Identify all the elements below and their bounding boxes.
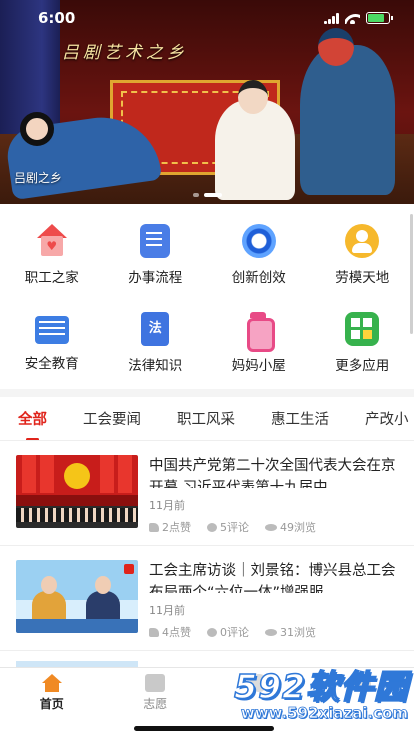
status-bar: 6:00	[0, 0, 414, 36]
eye-icon	[265, 523, 277, 531]
tab-all[interactable]: 全部	[18, 408, 47, 440]
model-worker-icon	[345, 224, 380, 258]
eye-icon	[265, 628, 277, 636]
grid-item-mothers-room[interactable]: 妈妈小屋	[207, 298, 311, 386]
news-title: 中国共产党第二十次全国代表大会在京开幕 习近平代表第十九届中...	[149, 458, 396, 488]
news-meta: 2点赞 5评论 49浏览	[149, 519, 398, 535]
grid-item-legal-knowledge[interactable]: 法 法律知识	[104, 298, 208, 386]
tab-worker-style[interactable]: 职工风采	[177, 408, 235, 429]
news-title: 工会主席访谈｜刘景铭：博兴县总工会布局两个“六位一体”增强服...	[149, 563, 396, 593]
nav-label: 志愿	[143, 697, 168, 711]
tab-benefits-life[interactable]: 惠工生活	[271, 408, 329, 429]
banner-performer-white-head	[238, 80, 268, 114]
news-thumbnail	[16, 455, 138, 528]
flag-decoration	[100, 455, 114, 493]
news-thumbnail	[16, 560, 138, 633]
interviewee-head	[41, 576, 57, 594]
nav-home[interactable]: 首页	[0, 668, 104, 736]
news-body: 中国共产党第二十次全国代表大会在京开幕 习近平代表第十九届中... 11月前 2…	[138, 455, 398, 535]
thumbs-up-icon	[149, 522, 159, 532]
grid-item-label: 妈妈小屋	[231, 358, 286, 374]
news-item[interactable]: 工会主席访谈｜刘景铭：博兴县总工会布局两个“六位一体”增强服... 11月前 4…	[0, 546, 414, 651]
nav-label: 首页	[39, 697, 64, 711]
grid-item-model-workers[interactable]: 劳模天地	[311, 210, 414, 298]
grid-item-label: 安全教育	[24, 356, 79, 372]
status-time: 6:00	[38, 9, 76, 27]
grid-item-workers-home[interactable]: 职工之家	[0, 210, 104, 298]
wifi-icon	[345, 13, 360, 24]
home-indicator[interactable]	[134, 726, 274, 731]
law-book-icon: 法	[141, 312, 170, 346]
banner-performer-white	[215, 100, 295, 200]
flag-decoration	[22, 455, 36, 493]
document-edit-icon	[140, 224, 171, 258]
studio-desk	[16, 619, 138, 633]
banner-title-art: 吕剧艺术之乡	[62, 43, 188, 63]
banner-caption: 吕剧之乡	[14, 171, 63, 185]
station-logo-icon	[124, 564, 134, 574]
news-category-tabs: 全部 工会要闻 职工风采 惠工生活 产改小	[0, 397, 414, 441]
carousel-dots	[0, 193, 414, 197]
like-count: 2点赞	[149, 519, 191, 535]
volunteer-icon	[145, 674, 166, 692]
news-list: 中国共产党第二十次全国代表大会在京开幕 习近平代表第十九届中... 11月前 2…	[0, 441, 414, 651]
profile-icon	[353, 674, 372, 692]
grid-item-label: 更多应用	[335, 358, 390, 374]
news-date: 11月前	[149, 604, 185, 617]
news-item[interactable]: 中国共产党第二十次全国代表大会在京开幕 习近平代表第十九届中... 11月前 2…	[0, 441, 414, 546]
grid-item-safety-education[interactable]: 安全教育	[0, 298, 104, 386]
like-count: 4点赞	[149, 624, 191, 640]
tab-union-news[interactable]: 工会要闻	[83, 408, 141, 429]
service-icon	[249, 674, 268, 692]
news-meta: 4点赞 0评论 31浏览	[149, 624, 398, 640]
tab-industry-reform[interactable]: 产改小	[365, 408, 409, 429]
banner-performer-armor	[300, 45, 395, 195]
battery-icon	[366, 12, 393, 24]
section-divider	[0, 389, 414, 397]
more-apps-icon	[345, 312, 380, 346]
cellular-signal-icon	[324, 12, 339, 24]
grid-item-label: 创新创效	[231, 270, 286, 286]
host-head	[95, 576, 111, 594]
grid-item-innovation[interactable]: 创新创效	[207, 210, 311, 298]
audience-rows	[16, 508, 138, 522]
grid-item-label: 法律知识	[128, 358, 183, 374]
home-heart-icon	[34, 224, 70, 258]
nav-profile[interactable]	[311, 668, 414, 736]
flag-decoration	[40, 455, 54, 493]
view-count: 31浏览	[265, 624, 316, 640]
comment-icon	[207, 627, 217, 637]
comment-count: 0评论	[207, 624, 249, 640]
news-body: 工会主席访谈｜刘景铭：博兴县总工会布局两个“六位一体”增强服... 11月前 4…	[138, 560, 398, 640]
carousel-dot[interactable]	[192, 193, 199, 197]
safety-list-icon	[34, 316, 69, 344]
grid-item-label: 职工之家	[24, 270, 79, 286]
status-icons	[324, 12, 393, 24]
grid-item-label: 劳模天地	[335, 270, 390, 286]
grid-item-procedures[interactable]: 办事流程	[104, 210, 208, 298]
app-screen: 吕剧艺术之乡 吕剧之乡 6:00 职工之家 办事流程	[0, 0, 414, 736]
grid-item-label: 办事流程	[128, 270, 183, 286]
view-count: 49浏览	[265, 519, 316, 535]
quick-function-grid: 职工之家 办事流程 创新创效 劳模天地 安全教育 法 法律知识 妈妈小屋 更多应	[0, 210, 414, 386]
comment-count: 5评论	[207, 519, 249, 535]
news-date: 11月前	[149, 499, 185, 512]
comment-icon	[207, 522, 217, 532]
thumbs-up-icon	[149, 627, 159, 637]
home-icon	[41, 674, 62, 692]
flag-decoration	[118, 455, 132, 493]
banner-performer-blue-head	[20, 112, 54, 146]
scrollbar[interactable]	[410, 214, 413, 334]
innovation-ring-icon	[241, 224, 276, 258]
baby-bottle-icon	[241, 312, 277, 352]
carousel-dot-active[interactable]	[203, 193, 222, 197]
party-emblem-icon	[64, 463, 90, 489]
grid-item-more-apps[interactable]: 更多应用	[311, 298, 414, 386]
